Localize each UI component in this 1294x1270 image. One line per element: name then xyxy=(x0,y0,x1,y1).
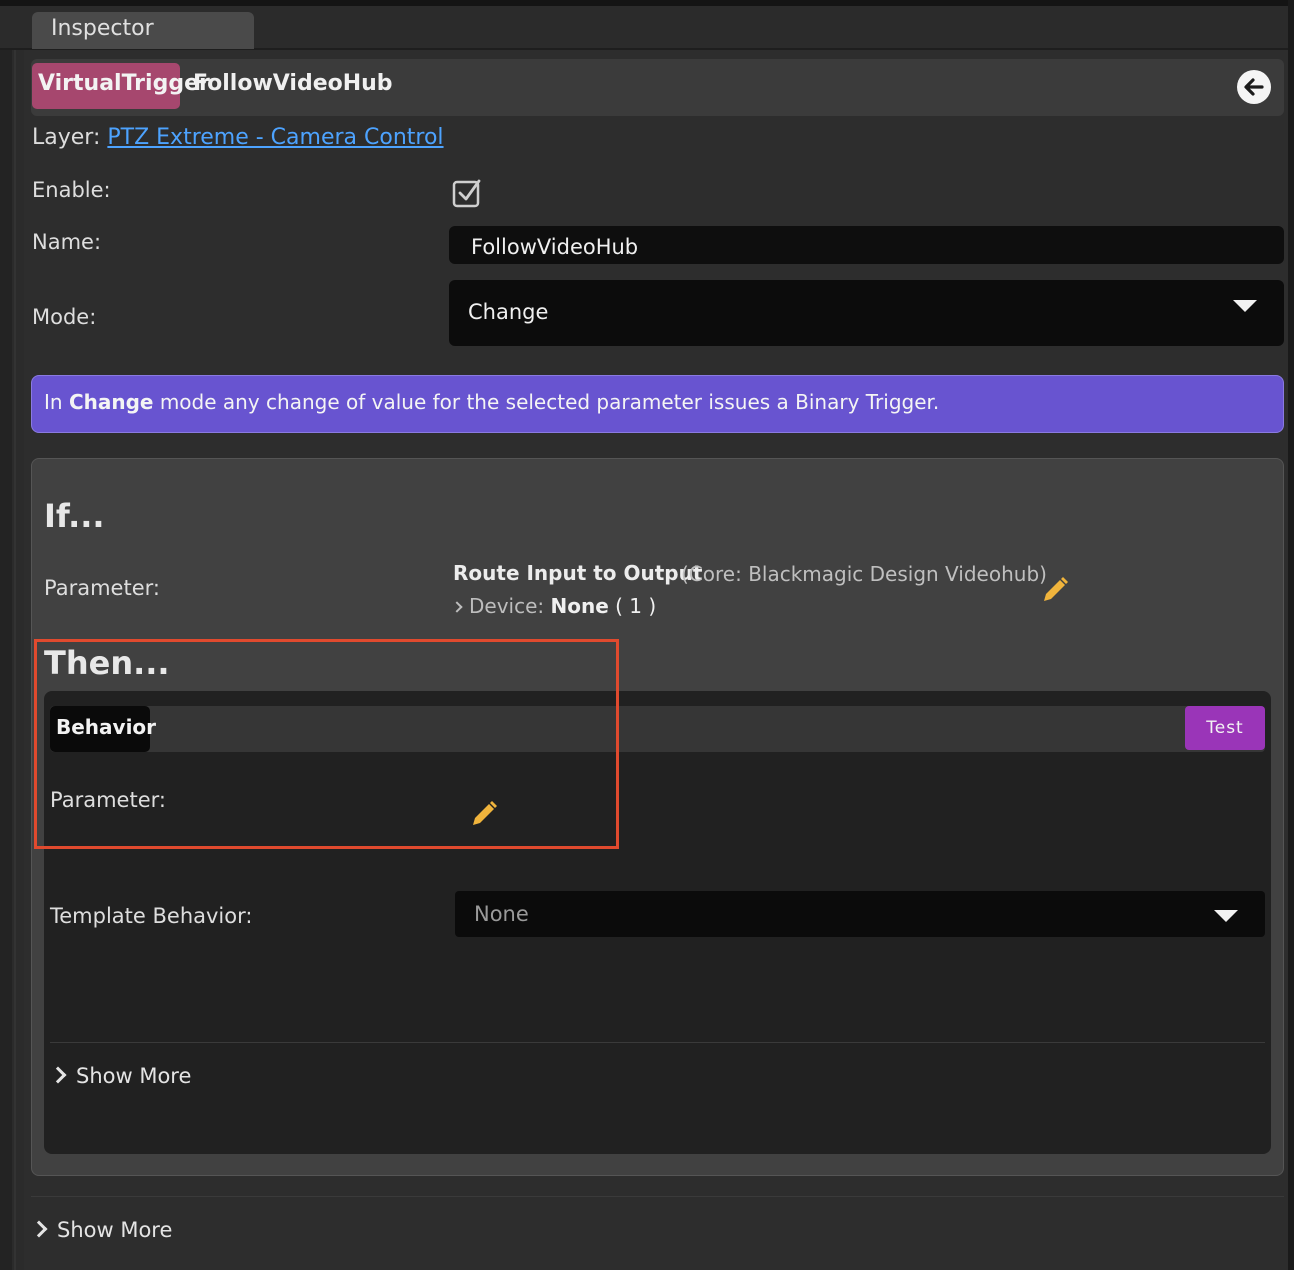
type-badge: VirtualTrigger xyxy=(32,63,210,109)
footer-show-more-label: Show More xyxy=(57,1218,173,1242)
tab-inspector[interactable]: Inspector xyxy=(32,12,254,49)
left-gutter-divider xyxy=(14,48,16,1270)
arrow-left-circle-icon xyxy=(1244,78,1264,96)
if-parameter-core: (Core: Blackmagic Design Videohub) xyxy=(681,562,1047,586)
info-pre: In xyxy=(44,390,69,414)
left-gutter xyxy=(0,48,12,1270)
footer-divider xyxy=(31,1196,1284,1197)
then-show-more[interactable]: Show More xyxy=(49,1064,192,1088)
edit-if-parameter-button[interactable] xyxy=(1040,575,1070,605)
device-count: ( 1 ) xyxy=(615,594,657,618)
info-mode: Change xyxy=(68,390,154,414)
back-button[interactable] xyxy=(1237,70,1271,104)
template-behavior-select[interactable]: None xyxy=(455,891,1265,937)
inspector-window: Inspector VirtualTrigger FollowVideoHub … xyxy=(0,0,1294,1270)
device-value: None xyxy=(550,594,609,618)
chevron-right-icon xyxy=(30,1220,48,1238)
mode-select-value: Change xyxy=(468,300,549,324)
if-title: If... xyxy=(44,497,105,535)
layer-label: Layer: xyxy=(32,125,101,150)
if-parameter-label: Parameter: xyxy=(44,576,160,600)
item-title: FollowVideoHub xyxy=(193,71,393,96)
then-divider xyxy=(50,1042,1265,1043)
enable-label: Enable: xyxy=(32,178,111,202)
mode-select[interactable]: Change xyxy=(449,280,1284,346)
pencil-icon xyxy=(1044,577,1068,601)
device-label: Device: xyxy=(469,594,545,618)
chevron-right-icon xyxy=(49,1066,67,1084)
chevron-right-icon xyxy=(451,601,463,613)
device-row[interactable]: Device: None ( 1 ) xyxy=(451,594,657,618)
right-edge xyxy=(1288,0,1294,1270)
info-post: mode any change of value for the selecte… xyxy=(153,390,940,414)
template-behavior-value: None xyxy=(474,902,529,926)
footer-show-more[interactable]: Show More xyxy=(30,1218,173,1242)
mode-info-banner: In Change mode any change of value for t… xyxy=(31,375,1284,433)
highlight-annotation xyxy=(34,639,619,849)
chevron-down-icon xyxy=(1233,300,1257,312)
checkbox-checked-icon xyxy=(452,179,481,208)
template-behavior-label: Template Behavior: xyxy=(50,904,253,928)
top-strip xyxy=(0,0,1294,6)
enable-checkbox[interactable] xyxy=(451,177,483,209)
then-show-more-label: Show More xyxy=(76,1064,192,1088)
mode-label: Mode: xyxy=(32,305,97,329)
chevron-down-icon xyxy=(1214,910,1238,922)
if-parameter-name: Route Input to Output xyxy=(453,561,703,585)
name-input[interactable] xyxy=(449,226,1284,264)
test-button[interactable]: Test xyxy=(1185,706,1265,750)
layer-link[interactable]: PTZ Extreme - Camera Control xyxy=(107,125,443,150)
layer-row: Layer: PTZ Extreme - Camera Control xyxy=(32,125,444,150)
name-label: Name: xyxy=(32,230,102,254)
